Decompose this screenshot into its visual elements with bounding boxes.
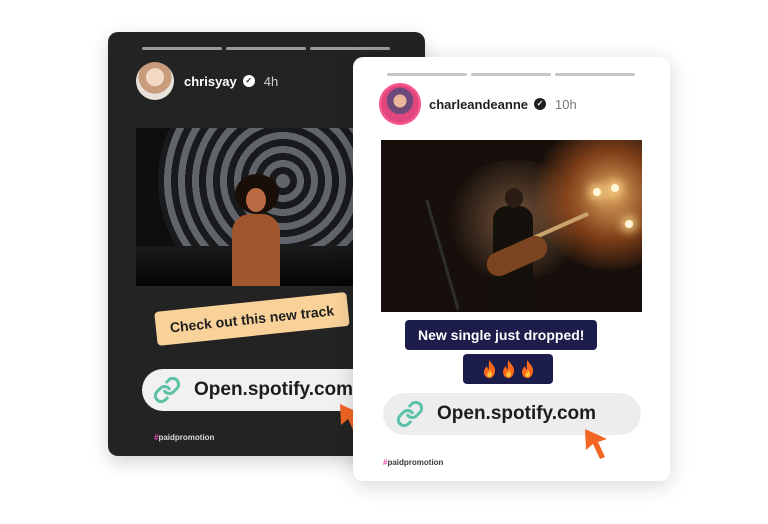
fire-icon <box>502 359 514 379</box>
singer-figure <box>232 214 280 286</box>
hashtag[interactable]: #paidpromotion <box>154 433 214 442</box>
guitarist-head <box>505 188 523 208</box>
caption-sticker: New single just dropped! <box>405 320 598 350</box>
progress-segment <box>310 47 390 50</box>
avatar[interactable] <box>136 62 174 100</box>
link-icon <box>395 399 425 429</box>
emoji-sticker <box>463 354 553 384</box>
link-text: Open.spotify.com <box>194 379 354 400</box>
verified-badge-icon: ✓ <box>534 98 546 110</box>
timestamp: 4h <box>263 73 279 89</box>
fire-icon <box>483 359 495 379</box>
progress-segment <box>471 73 551 76</box>
avatar[interactable] <box>381 85 419 123</box>
story-progress-bar <box>387 73 635 76</box>
link-text: Open.spotify.com <box>437 403 597 424</box>
story-progress-bar <box>142 47 390 50</box>
username[interactable]: charleandeanne <box>429 97 528 112</box>
hashtag[interactable]: #paidpromotion <box>383 458 443 467</box>
cursor-arrow-icon <box>583 427 611 466</box>
fire-icon <box>521 359 533 379</box>
stage-light <box>625 220 633 228</box>
hashtag-text: paidpromotion <box>387 458 444 467</box>
timestamp: 10h <box>555 96 577 112</box>
singer-face <box>246 188 266 212</box>
progress-segment <box>555 73 635 76</box>
story-header: chrisyay ✓ 4h <box>136 62 278 100</box>
username[interactable]: chrisyay <box>184 74 237 89</box>
link-icon <box>152 375 182 405</box>
hashtag-text: paidpromotion <box>158 433 215 442</box>
story-card-light: charleandeanne ✓ 10h New single just dro… <box>353 57 670 481</box>
progress-segment <box>226 47 306 50</box>
progress-segment <box>142 47 222 50</box>
story-photo <box>381 140 642 312</box>
caption-sticker: Check out this new track <box>154 291 350 346</box>
story-header: charleandeanne ✓ 10h <box>381 85 577 123</box>
stage-light <box>611 184 619 192</box>
verified-badge-icon: ✓ <box>242 75 255 87</box>
stage-light <box>593 188 601 196</box>
progress-segment <box>387 73 467 76</box>
